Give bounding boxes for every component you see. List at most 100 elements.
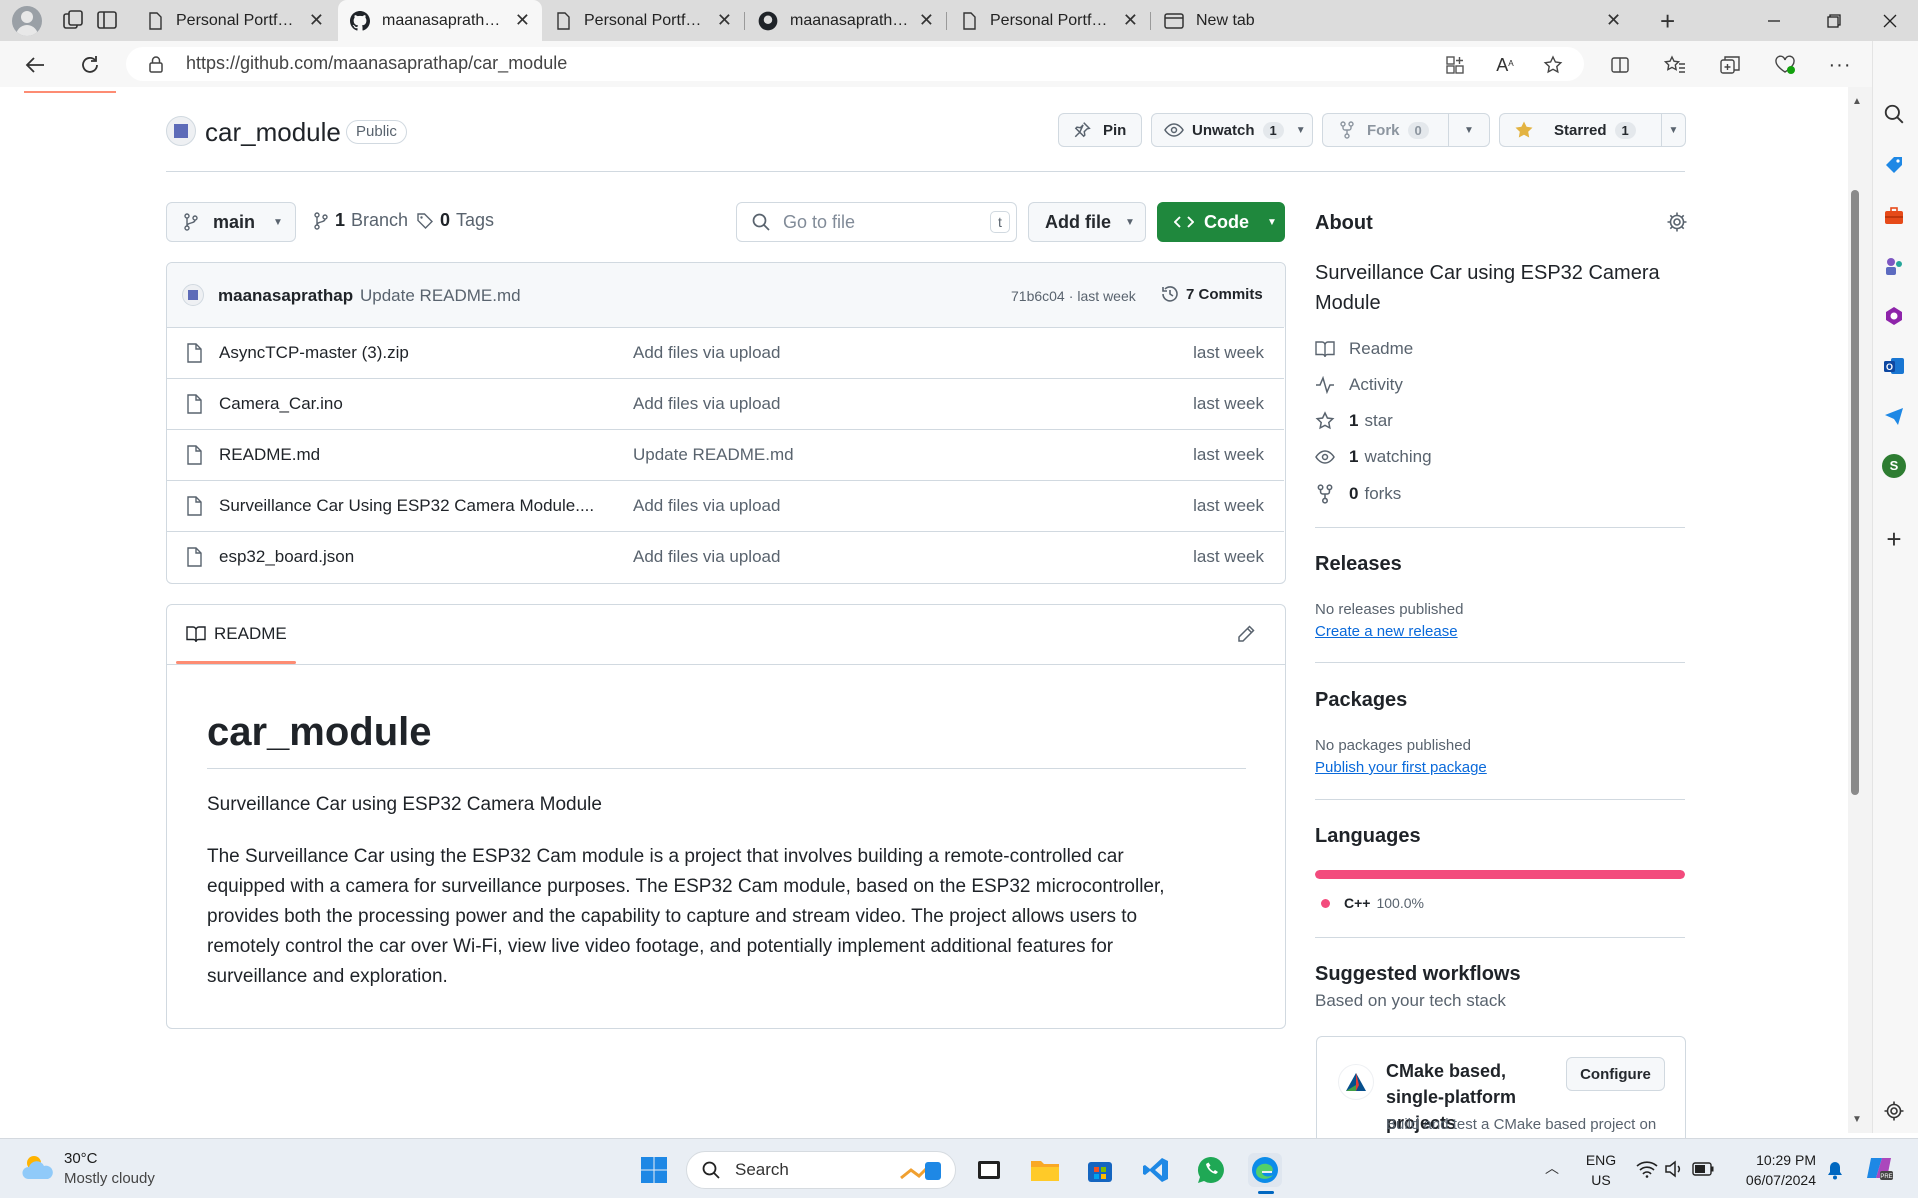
table-row[interactable]: Camera_Car.ino Add files via upload last… [166,378,1284,429]
commit-message[interactable]: Update README.md [360,286,521,306]
weather-cloud-icon[interactable] [20,1151,56,1185]
tools-briefcase-icon[interactable] [1883,205,1905,227]
file-name[interactable]: esp32_board.json [219,547,354,567]
tab-actions-icon[interactable] [96,9,118,31]
packages-title[interactable]: Packages [1315,689,1407,712]
owner-avatar[interactable] [166,116,196,146]
tab-github-2[interactable]: maanasaprathap/car_mo ✕ [746,0,946,41]
microsoft-store-icon[interactable] [1083,1153,1117,1187]
scroll-down-arrow-icon[interactable]: ▼ [1852,1114,1862,1125]
commits-link[interactable]: 7 Commits [1160,284,1263,304]
sidebar-add-icon[interactable]: + [1880,526,1908,552]
readme-tab[interactable]: README [186,624,287,644]
edit-pencil-icon[interactable] [1236,624,1256,644]
app-available-icon[interactable] [1440,50,1470,80]
author-avatar[interactable] [182,284,204,306]
weather-condition[interactable]: Mostly cloudy [64,1170,155,1187]
weather-temp[interactable]: 30°C [64,1150,98,1167]
games-icon[interactable] [1883,255,1905,277]
table-row[interactable]: AsyncTCP-master (3).zip Add files via up… [166,327,1284,378]
tab-portfolio-3[interactable]: Personal Portfolio Websit ✕ [948,0,1150,41]
branch-select-button[interactable]: main ▼ [166,202,296,242]
fork-dropdown-button[interactable]: ▼ [1448,113,1490,147]
url-text[interactable]: https://github.com/maanasaprathap/car_mo… [186,53,567,74]
minimize-icon[interactable] [1746,0,1802,41]
branches-link[interactable]: 1 Branch [313,210,408,231]
fork-button[interactable]: Fork 0 [1322,113,1448,147]
close-tab-icon[interactable]: ✕ [919,10,934,31]
close-tab-icon[interactable]: ✕ [717,10,732,31]
file-name[interactable]: AsyncTCP-master (3).zip [219,343,409,363]
file-name[interactable]: Camera_Car.ino [219,394,343,414]
show-hidden-icons-chevron-icon[interactable]: ︿ [1545,1158,1559,1178]
stars-link[interactable]: 1 star [1315,411,1393,431]
scroll-up-arrow-icon[interactable]: ▲ [1852,96,1862,107]
file-commit-message[interactable]: Add files via upload [633,547,780,567]
scrollbar-thumb[interactable] [1851,190,1859,795]
collections-icon[interactable] [1715,50,1745,80]
back-arrow-icon[interactable] [20,50,50,80]
taskbar-search-box[interactable]: Search [686,1151,956,1189]
browser-essentials-icon[interactable] [1770,50,1800,80]
tab-portfolio-1[interactable]: Personal Portfolio Websit ✕ [134,0,336,41]
file-commit-message[interactable]: Add files via upload [633,394,780,414]
battery-icon[interactable] [1692,1162,1714,1176]
whatsapp-icon[interactable] [1194,1153,1228,1187]
profile-s-icon[interactable]: S [1882,454,1906,478]
commit-hash[interactable]: 71b6c04 [1011,288,1065,304]
volume-icon[interactable] [1664,1160,1684,1178]
unwatch-button[interactable]: Unwatch 1 ▼ [1151,113,1313,147]
file-name[interactable]: README.md [219,445,320,465]
split-screen-icon[interactable] [1605,50,1635,80]
clock[interactable]: 10:29 PM 06/07/2024 [1726,1150,1816,1190]
refresh-icon[interactable] [75,50,105,80]
tags-link[interactable]: 0 Tags [416,210,494,231]
sidebar-search-icon[interactable] [1883,103,1905,125]
chevron-down-icon[interactable]: ▼ [1296,125,1306,136]
close-tab-icon[interactable]: ✕ [515,10,530,31]
workspaces-icon[interactable] [62,9,84,31]
edge-taskbar-icon[interactable] [1248,1153,1282,1187]
publish-package-link[interactable]: Publish your first package [1315,759,1487,776]
file-commit-message[interactable]: Add files via upload [633,343,780,363]
activity-link[interactable]: Activity [1315,375,1403,395]
table-row[interactable]: README.md Update README.md last week [166,429,1284,480]
favorite-star-icon[interactable] [1538,50,1568,80]
restore-icon[interactable] [1806,0,1862,41]
copilot-apps-icon[interactable] [1883,305,1905,327]
profile-avatar-icon[interactable] [12,6,42,36]
new-tab-plus-icon[interactable]: + [1660,6,1675,37]
create-release-link[interactable]: Create a new release [1315,623,1458,640]
file-commit-message[interactable]: Add files via upload [633,496,780,516]
outlook-icon[interactable]: O [1883,355,1905,377]
favorites-icon[interactable] [1660,50,1690,80]
go-to-file-input[interactable]: Go to file t [736,202,1017,242]
forks-link[interactable]: 0 forks [1315,484,1401,504]
tab-new[interactable]: New tab ✕ [1152,0,1642,41]
table-row[interactable]: esp32_board.json Add files via upload la… [166,531,1284,582]
more-menu-icon[interactable]: ··· [1825,50,1855,80]
close-window-icon[interactable] [1862,0,1918,41]
task-view-icon[interactable] [972,1153,1006,1187]
lock-icon[interactable] [148,55,164,73]
code-button[interactable]: Code ▼ [1157,202,1285,242]
wifi-icon[interactable] [1636,1160,1658,1178]
notification-bell-icon[interactable] [1826,1160,1844,1180]
watching-link[interactable]: 1 watching [1315,447,1432,467]
close-tab-icon[interactable]: ✕ [1123,10,1138,31]
telegram-send-icon[interactable] [1883,405,1905,427]
starred-button[interactable]: Starred 1 [1499,113,1661,147]
configure-button[interactable]: Configure [1566,1057,1665,1091]
read-aloud-icon[interactable]: Aᴬ [1490,50,1520,80]
sidebar-settings-gear-icon[interactable] [1883,1100,1905,1122]
gear-icon[interactable] [1666,211,1688,233]
vscode-icon[interactable] [1139,1153,1173,1187]
star-dropdown-button[interactable]: ▼ [1661,113,1686,147]
tab-github-car-module[interactable]: maanasaprathap/car_mo ✕ [338,0,542,41]
windows-start-icon[interactable] [637,1153,671,1187]
pin-button[interactable]: Pin [1058,113,1142,147]
copilot-taskbar-icon[interactable]: PRE [1864,1153,1894,1183]
shopping-tag-icon[interactable] [1883,154,1905,176]
commit-author[interactable]: maanasaprathap [218,286,353,306]
file-name[interactable]: Surveillance Car Using ESP32 Camera Modu… [219,496,594,516]
